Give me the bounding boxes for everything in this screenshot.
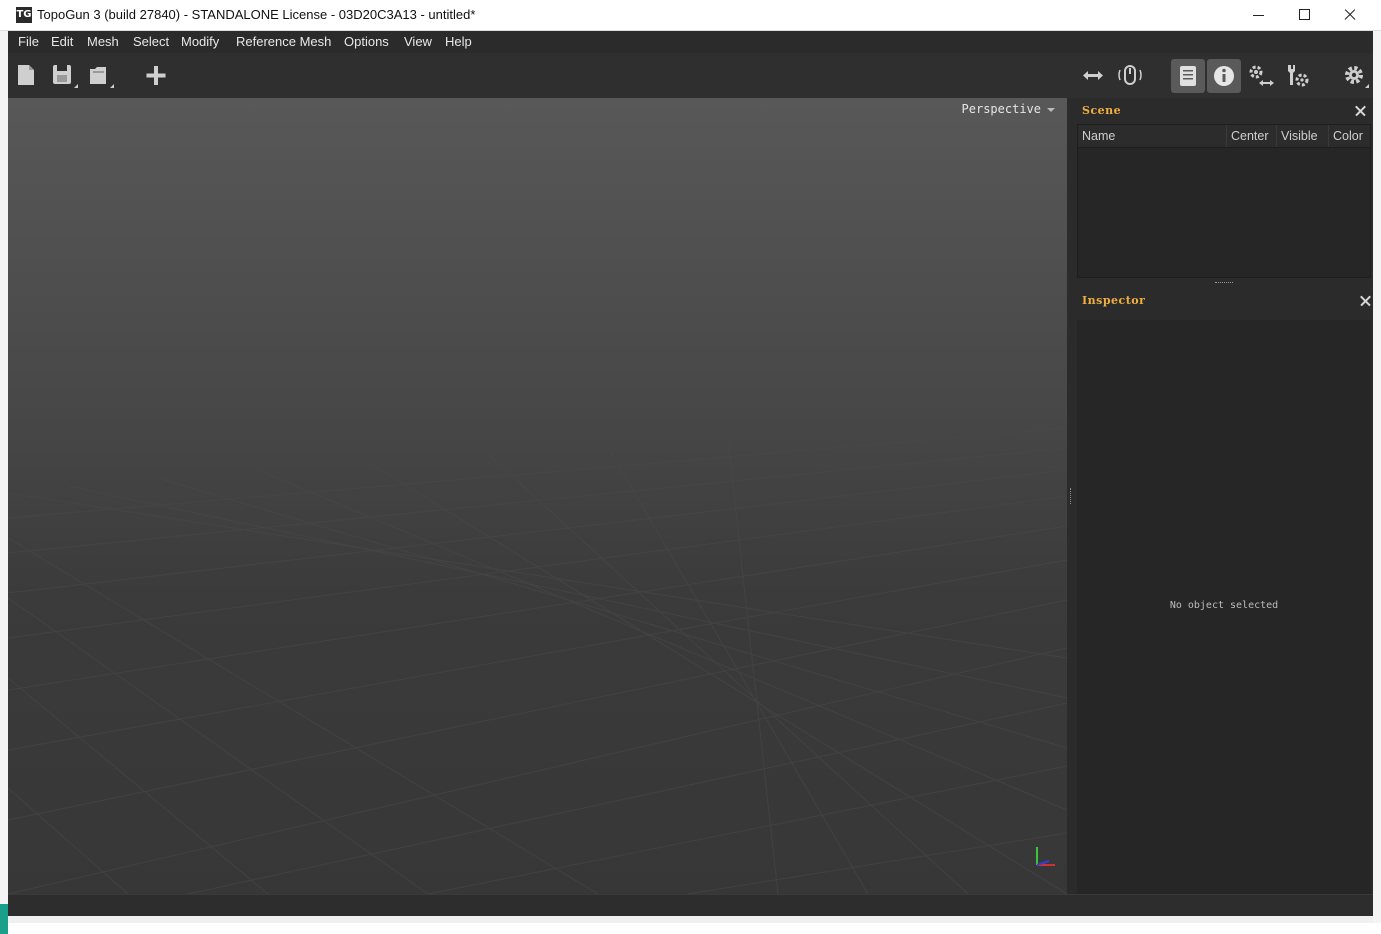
- new-file-icon[interactable]: [12, 61, 42, 91]
- title-bar: TG TopoGun 3 (build 27840) - STANDALONE …: [0, 0, 1381, 31]
- status-bar: [8, 894, 1373, 916]
- tool-settings-icon[interactable]: [1282, 61, 1312, 91]
- window-title: TopoGun 3 (build 27840) - STANDALONE Lic…: [37, 7, 476, 22]
- panel-splitter[interactable]: [1067, 98, 1075, 894]
- column-header-color[interactable]: Color: [1329, 125, 1370, 147]
- menu-mesh[interactable]: Mesh: [87, 34, 119, 49]
- menu-help[interactable]: Help: [445, 34, 472, 49]
- menu-bar: File Edit Mesh Select Modify Reference M…: [8, 31, 1373, 53]
- toolbar: [8, 53, 1373, 98]
- scene-table-header: Name Center Visible Color: [1078, 125, 1370, 148]
- close-icon[interactable]: [1327, 0, 1373, 30]
- app-logo-icon: TG: [16, 7, 32, 23]
- app-window: File Edit Mesh Select Modify Reference M…: [8, 31, 1373, 916]
- mouse-icon[interactable]: [1115, 61, 1145, 91]
- background-window-edge-right: [1373, 31, 1381, 923]
- column-header-name[interactable]: Name: [1078, 125, 1227, 147]
- window-bottom-edge: [8, 916, 1373, 923]
- save-icon[interactable]: [48, 61, 78, 91]
- camera-mode-label: Perspective: [961, 102, 1041, 116]
- menu-view[interactable]: View: [404, 34, 432, 49]
- background-accent: [0, 904, 8, 934]
- scene-close-icon[interactable]: [1354, 104, 1368, 118]
- column-header-visible[interactable]: Visible: [1277, 125, 1329, 147]
- menu-file[interactable]: File: [18, 34, 39, 49]
- column-header-center[interactable]: Center: [1227, 125, 1277, 147]
- inspector-body: No object selected: [1077, 320, 1371, 894]
- inspector-panel-title: Inspector: [1082, 294, 1146, 307]
- menu-edit[interactable]: Edit: [51, 34, 73, 49]
- menu-options[interactable]: Options: [344, 34, 389, 49]
- menu-modify[interactable]: Modify: [181, 34, 219, 49]
- menu-reference-mesh[interactable]: Reference Mesh: [236, 34, 331, 49]
- gizmo-settings-icon[interactable]: [1245, 61, 1275, 91]
- axis-gizmo-icon: [1036, 847, 1055, 866]
- maximize-icon[interactable]: [1281, 0, 1327, 30]
- scene-table[interactable]: Name Center Visible Color: [1077, 124, 1371, 278]
- menu-select[interactable]: Select: [133, 34, 169, 49]
- inspector-empty-message: No object selected: [1169, 600, 1279, 611]
- preferences-gear-icon[interactable]: [1340, 61, 1370, 91]
- chevron-down-icon: [1047, 107, 1055, 112]
- camera-mode-dropdown[interactable]: Perspective: [962, 102, 1055, 116]
- splitter-grip-icon: [1070, 488, 1073, 504]
- add-icon[interactable]: [141, 61, 171, 91]
- inspector-info-icon[interactable]: [1207, 59, 1241, 93]
- scene-panel-icon[interactable]: [1171, 59, 1205, 93]
- minimize-icon[interactable]: [1235, 0, 1281, 30]
- open-file-icon[interactable]: [85, 61, 115, 91]
- inspector-close-icon[interactable]: [1359, 294, 1373, 308]
- 3d-viewport[interactable]: Perspective: [8, 98, 1067, 894]
- scene-panel-title: Scene: [1082, 104, 1122, 117]
- panel-resize-handle[interactable]: [1215, 282, 1233, 286]
- background-window-edge: [0, 31, 8, 934]
- ground-grid: [8, 427, 1067, 894]
- side-panel: Scene Name Center Visible Color Inspecto…: [1075, 98, 1373, 894]
- move-arrows-icon[interactable]: [1078, 61, 1108, 91]
